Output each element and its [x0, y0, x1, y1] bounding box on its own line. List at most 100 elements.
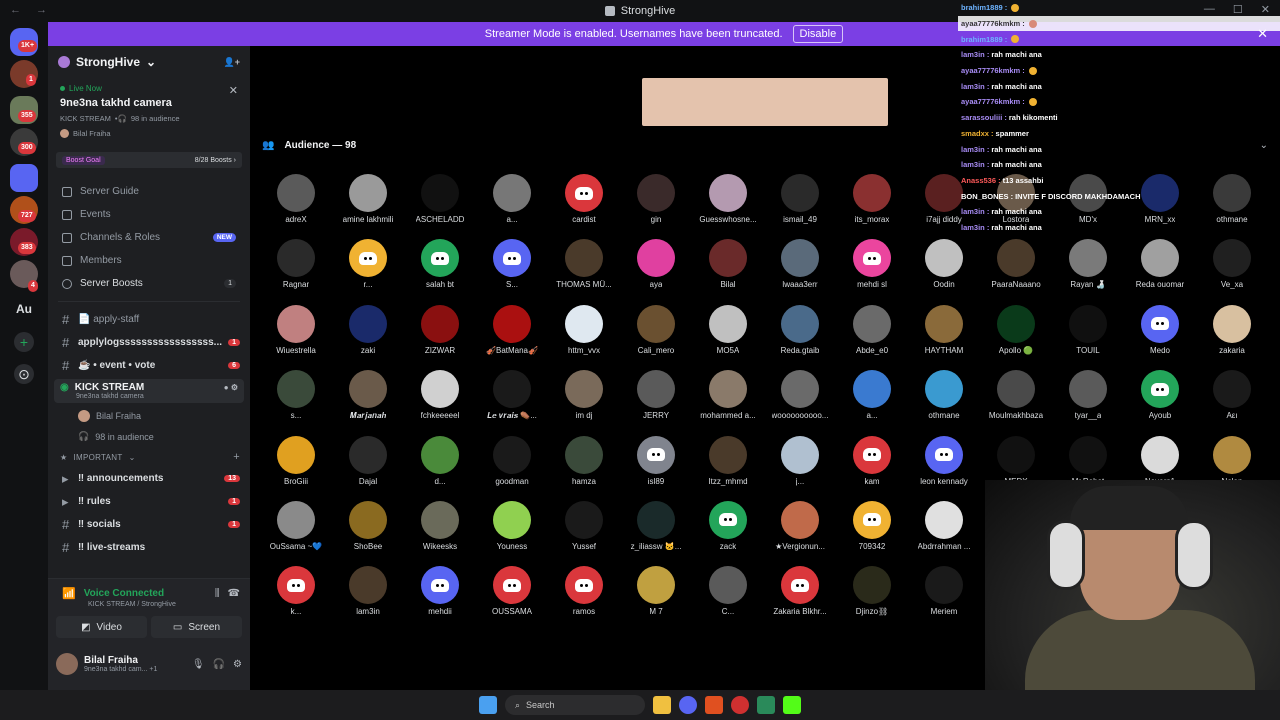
audience-member[interactable]: Meriem [908, 566, 980, 631]
voice-channel-kick-stream[interactable]: ◉ KICK STREAM ● ⚙ 9ne3na takhd camera [54, 379, 244, 403]
channel-applylogs[interactable]: # applylogsssssssssssssssss... 1 [48, 331, 250, 354]
audience-member[interactable]: S... [476, 239, 548, 304]
menu-events[interactable]: Events [48, 203, 250, 226]
audience-member[interactable]: OuSsama ~💙 [260, 500, 332, 566]
server-text-icon[interactable]: Au [10, 302, 38, 316]
audience-member[interactable]: Bilal [692, 239, 764, 304]
audience-member[interactable]: Oodin [908, 239, 980, 304]
audience-member[interactable]: HAYTHAM [908, 304, 980, 370]
invite-icon[interactable]: 👤+ [224, 57, 240, 68]
audience-member[interactable]: ramos [548, 566, 620, 631]
file-explorer-icon[interactable] [653, 696, 671, 714]
app-icon[interactable] [731, 696, 749, 714]
audience-member[interactable]: Zakaria Blkhr... [764, 566, 836, 631]
folder-icon[interactable] [10, 164, 38, 192]
audience-member[interactable]: ismail_49 [764, 174, 836, 239]
voice-status[interactable]: Voice Connected [84, 588, 164, 599]
channel-announcements[interactable]: ▸ ‼ announcements 13 [48, 467, 250, 490]
audience-member[interactable]: C... [692, 566, 764, 631]
channel-event-vote[interactable]: # ☕ • event • vote 6 [48, 354, 250, 377]
audience-member[interactable]: s... [260, 370, 332, 435]
windows-start-icon[interactable] [479, 696, 497, 714]
taskbar-search[interactable]: ⌕ Search [505, 695, 645, 715]
disable-streamer-mode-button[interactable]: Disable [792, 25, 844, 43]
audience-member[interactable]: cardist [548, 174, 620, 239]
audience-member[interactable]: j... [764, 435, 836, 501]
channel-rules[interactable]: ▸ ‼ rules 1 [48, 490, 250, 513]
audience-member[interactable]: zaki [332, 304, 404, 370]
audience-member[interactable]: ★Vergionun... [764, 500, 836, 566]
brave-icon[interactable] [705, 696, 723, 714]
voice-audience[interactable]: 🎧 98 in audience [48, 426, 250, 447]
audience-member[interactable]: TOUIL [1052, 304, 1124, 370]
audience-member[interactable]: amine lakhmili [332, 174, 404, 239]
nav-arrows[interactable]: ← → [10, 4, 53, 16]
audience-member[interactable]: a... [476, 174, 548, 239]
boost-goal-bar[interactable]: Boost Goal 8/28 Boosts › [56, 152, 242, 168]
menu-server-guide[interactable]: Server Guide [48, 180, 250, 203]
user-info[interactable]: Bilal Fraiha 9ne3na takhd cam... +1 [84, 655, 157, 673]
audience-member[interactable]: r... [332, 239, 404, 304]
menu-members[interactable]: Members [48, 249, 250, 272]
audience-member[interactable]: Yussef [548, 500, 620, 566]
audience-member[interactable]: Abdrrahman ... [908, 500, 980, 566]
audience-member[interactable]: 709342 [836, 500, 908, 566]
audience-member[interactable]: Djinzo⛓ [836, 566, 908, 631]
audience-member[interactable]: Youness [476, 500, 548, 566]
avatar[interactable] [56, 653, 78, 675]
audience-member[interactable]: zakaria [1196, 304, 1268, 370]
audience-member[interactable]: Moulmakhbaza [980, 370, 1052, 435]
audience-member[interactable]: fchkeeeeel [404, 370, 476, 435]
menu-channels-roles[interactable]: Channels & Roles NEW [48, 226, 250, 249]
audience-member[interactable]: z_iliassw 🐱... [620, 500, 692, 566]
add-channel-icon[interactable]: + [233, 451, 240, 463]
audience-member[interactable]: othmane [908, 370, 980, 435]
channel-socials[interactable]: # ‼ socials 1 [48, 513, 250, 536]
audience-member[interactable]: Aεı [1196, 370, 1268, 435]
audience-member[interactable]: httm_vvx [548, 304, 620, 370]
voice-user[interactable]: Bilal Fraiha [48, 405, 250, 426]
audience-member[interactable]: PaaraNaaano [980, 239, 1052, 304]
stream-preview[interactable] [642, 78, 888, 126]
audience-member[interactable]: MO5A [692, 304, 764, 370]
audience-member[interactable]: im dj [548, 370, 620, 435]
audience-member[interactable]: its_morax [836, 174, 908, 239]
audience-member[interactable]: Wikeesks [404, 500, 476, 566]
audience-member[interactable]: Abde_e0 [836, 304, 908, 370]
audience-member[interactable]: Cali_mero [620, 304, 692, 370]
channel-apply-staff[interactable]: # 📄 apply-staff [48, 308, 250, 331]
audience-member[interactable]: hamza [548, 435, 620, 501]
audience-member[interactable]: zack [692, 500, 764, 566]
audience-member[interactable]: k... [260, 566, 332, 631]
audience-member[interactable]: goodman [476, 435, 548, 501]
gear-icon[interactable]: ⚙ [233, 659, 242, 670]
audience-member[interactable]: Apollo 🟢 [980, 304, 1052, 370]
audience-member[interactable]: kam [836, 435, 908, 501]
audience-member[interactable]: Guesswhosne... [692, 174, 764, 239]
audience-member[interactable]: lwaaa3err [764, 239, 836, 304]
audience-member[interactable]: OUSSAMA [476, 566, 548, 631]
video-button[interactable]: ◩ Video [56, 616, 147, 638]
audience-member[interactable]: ShoBee [332, 500, 404, 566]
audience-member[interactable]: M 7 [620, 566, 692, 631]
category-important[interactable]: ★ IMPORTANT ⌄ + [48, 447, 250, 467]
server-header[interactable]: StrongHive ⌄ 👤+ [48, 46, 250, 78]
audience-member[interactable]: leon kennady [908, 435, 980, 501]
audience-member[interactable]: salah bt [404, 239, 476, 304]
audience-member[interactable]: Reda.gtaib [764, 304, 836, 370]
audience-member[interactable]: woooooooooo... [764, 370, 836, 435]
audience-member[interactable]: mehdii [404, 566, 476, 631]
audience-member[interactable]: Ayoub [1124, 370, 1196, 435]
audience-member[interactable]: Reda ouomar [1124, 239, 1196, 304]
audience-member[interactable]: d... [404, 435, 476, 501]
audience-member[interactable]: Dajal [332, 435, 404, 501]
channel-live-streams[interactable]: # ‼ live-streams [48, 536, 250, 559]
audience-member[interactable]: Wiuestrella [260, 304, 332, 370]
channel-settings-icon[interactable]: ● ⚙ [224, 383, 238, 392]
audience-member[interactable]: BroGiii [260, 435, 332, 501]
noise-suppression-icon[interactable]: ⫼ [215, 588, 220, 599]
screen-share-button[interactable]: ▭ Screen [151, 616, 242, 638]
audience-member[interactable]: Itzz_mhmd [692, 435, 764, 501]
audience-member[interactable]: JERRY [620, 370, 692, 435]
discord-icon[interactable] [679, 696, 697, 714]
